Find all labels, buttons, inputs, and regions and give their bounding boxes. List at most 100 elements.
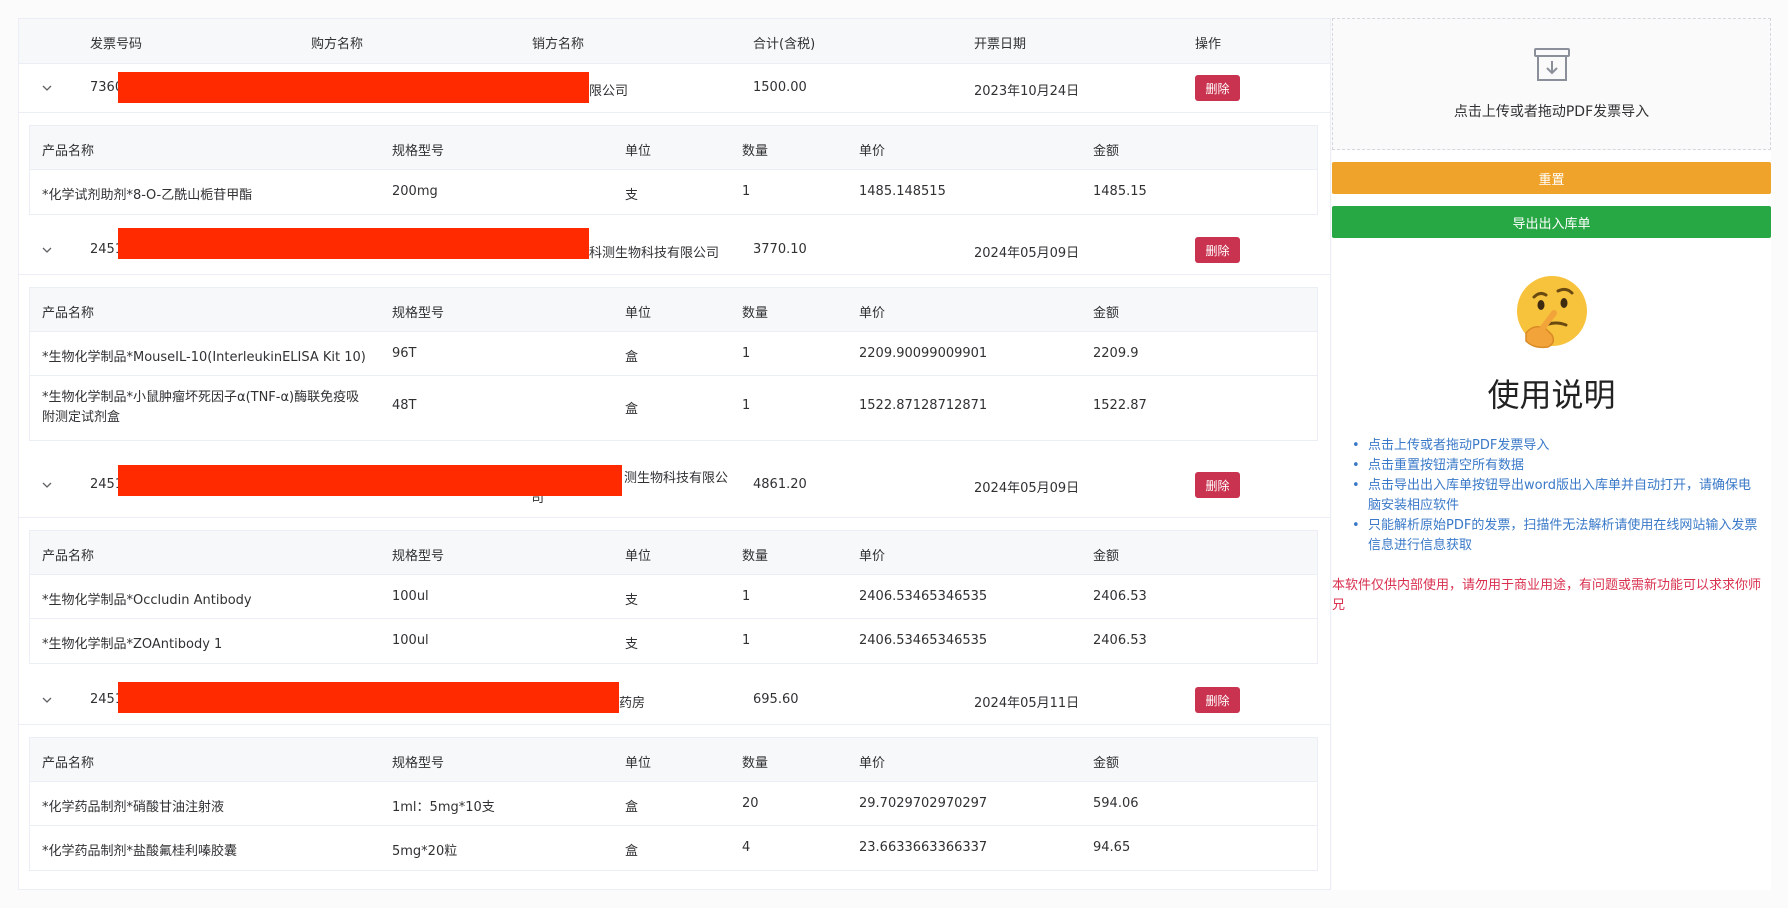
invoice-date: 2023年10月24日 — [974, 84, 1080, 99]
chevron-down-icon[interactable] — [41, 244, 52, 254]
redaction-block — [118, 682, 619, 713]
col-unit: 单位 — [625, 756, 652, 771]
item-spec: 1ml：5mg*10支 — [392, 800, 495, 815]
item-qty: 1 — [742, 346, 751, 361]
item-qty: 1 — [742, 589, 751, 604]
list-item: 点击导出出入库单按钮导出word版出入库单并自动打开，请确保电脑安装相应软件 — [1352, 476, 1762, 516]
item-price: 2406.53465346535 — [859, 633, 988, 648]
item-qty: 1 — [742, 398, 751, 413]
col-name: 产品名称 — [42, 756, 95, 771]
chevron-down-icon[interactable] — [41, 694, 52, 704]
item-table-header: 产品名称 规格型号 单位 数量 单价 金额 — [30, 738, 1317, 782]
invoice-total: 4861.20 — [753, 477, 807, 492]
item-unit: 盒 — [625, 800, 639, 815]
app: 发票号码 购方名称 销方名称 合计(含税) 开票日期 操作 7360 物科技有限… — [0, 0, 1788, 908]
item-spec: 100ul — [392, 589, 429, 604]
item-unit: 盒 — [625, 350, 639, 365]
col-unit: 单位 — [625, 549, 652, 564]
col-unit: 单位 — [625, 306, 652, 321]
export-button[interactable]: 导出出入库单 — [1332, 206, 1771, 238]
col-amount: 金额 — [1093, 549, 1120, 564]
invoice-total: 695.60 — [753, 692, 799, 707]
disclaimer-note: 本软件仅供内部使用，请勿用于商业用途，有问题或需新功能可以求求你师兄 — [1332, 578, 1762, 613]
item-qty: 1 — [742, 184, 751, 199]
col-amount: 金额 — [1093, 756, 1120, 771]
item-unit: 支 — [625, 188, 639, 203]
item-price: 2209.90099009901 — [859, 346, 988, 361]
item-unit: 盒 — [625, 844, 639, 859]
header-date: 开票日期 — [974, 37, 1027, 52]
col-price: 单价 — [859, 549, 886, 564]
list-item: 点击上传或者拖动PDF发票导入 — [1352, 436, 1762, 456]
list-item: 点击重置按钮清空所有数据 — [1352, 456, 1762, 476]
item-price: 1522.87128712871 — [859, 398, 988, 413]
col-qty: 数量 — [742, 144, 769, 159]
chevron-down-icon[interactable] — [41, 479, 52, 489]
item-table-header: 产品名称 规格型号 单位 数量 单价 金额 — [30, 288, 1317, 332]
invoice-table: 发票号码 购方名称 销方名称 合计(含税) 开票日期 操作 7360 物科技有限… — [18, 18, 1331, 890]
instructions-title: 使用说明 — [1487, 376, 1616, 414]
item-name: *生物化学制品*ZOAntibody 1 — [42, 637, 223, 652]
side-panel: 点击上传或者拖动PDF发票导入 重置 导出出入库单 使用说明 点击上传或者拖动P… — [1332, 18, 1771, 890]
download-box-icon — [1532, 45, 1572, 85]
item-unit: 支 — [625, 637, 639, 652]
table-row: *生物化学制品*MouseIL-10(InterleukinELISA Kit … — [30, 332, 1317, 376]
delete-button[interactable]: 删除 — [1195, 237, 1240, 263]
thinking-face-icon — [1512, 273, 1592, 353]
col-price: 单价 — [859, 756, 886, 771]
col-qty: 数量 — [742, 306, 769, 321]
header-total: 合计(含税) — [753, 37, 816, 52]
col-amount: 金额 — [1093, 144, 1120, 159]
table-header: 发票号码 购方名称 销方名称 合计(含税) 开票日期 操作 — [19, 19, 1330, 64]
item-table: 产品名称 规格型号 单位 数量 单价 金额 *生物化学制品*Occludin A… — [29, 530, 1318, 664]
invoice-row[interactable]: 7360 物科技有限公司 1500.00 2023年10月24日 删除 — [19, 64, 1330, 113]
item-price: 29.7029702970297 — [859, 796, 988, 811]
item-table-header: 产品名称 规格型号 单位 数量 单价 金额 — [30, 531, 1317, 575]
item-amount: 2406.53 — [1093, 589, 1147, 604]
table-row: *化学药品制剂*硝酸甘油注射液 1ml：5mg*10支 盒 20 29.7029… — [30, 782, 1317, 826]
chevron-down-icon[interactable] — [41, 82, 52, 92]
delete-button[interactable]: 删除 — [1195, 687, 1240, 713]
table-row: *生物化学制品*小鼠肿瘤坏死因子α(TNF-α)酶联免疫吸附测定试剂盒 48T … — [30, 376, 1317, 440]
upload-dropzone[interactable]: 点击上传或者拖动PDF发票导入 — [1332, 18, 1771, 150]
reset-button[interactable]: 重置 — [1332, 162, 1771, 194]
col-spec: 规格型号 — [392, 144, 445, 159]
invoice-row[interactable]: 2451 测生物科技有限公 司 4861.20 2024年05月09日 删除 — [19, 453, 1330, 518]
col-qty: 数量 — [742, 756, 769, 771]
invoice-row[interactable]: 2451 科测生物科技有限公司 3770.10 2024年05月09日 删除 — [19, 226, 1330, 275]
list-item: 只能解析原始PDF的发票，扫描件无法解析请使用在线网站输入发票信息进行信息获取 — [1352, 516, 1762, 556]
seller-name: 测生物科技有限公 — [624, 471, 729, 486]
col-price: 单价 — [859, 144, 886, 159]
header-action: 操作 — [1195, 37, 1222, 52]
item-qty: 1 — [742, 633, 751, 648]
invoice-date: 2024年05月11日 — [974, 696, 1080, 711]
col-spec: 规格型号 — [392, 549, 445, 564]
item-table: 产品名称 规格型号 单位 数量 单价 金额 *化学药品制剂*硝酸甘油注射液 1m… — [29, 737, 1318, 871]
col-name: 产品名称 — [42, 549, 95, 564]
header-buyer: 购方名称 — [311, 37, 364, 52]
seller-name: 药房 — [619, 696, 646, 711]
table-row: *生物化学制品*ZOAntibody 1 100ul 支 1 2406.5346… — [30, 619, 1317, 663]
col-spec: 规格型号 — [392, 306, 445, 321]
item-amount: 2406.53 — [1093, 633, 1147, 648]
delete-button[interactable]: 删除 — [1195, 75, 1240, 101]
item-amount: 2209.9 — [1093, 346, 1139, 361]
table-row: *化学试剂助剂*8-O-乙酰山栀苷甲酯 200mg 支 1 1485.14851… — [30, 170, 1317, 214]
seller-name: 科测生物科技有限公司 — [589, 246, 720, 261]
item-name: *生物化学制品*MouseIL-10(InterleukinELISA Kit … — [42, 350, 366, 365]
table-row: *生物化学制品*Occludin Antibody 100ul 支 1 2406… — [30, 575, 1317, 619]
item-table: 产品名称 规格型号 单位 数量 单价 金额 *化学试剂助剂*8-O-乙酰山栀苷甲… — [29, 125, 1318, 215]
item-spec: 48T — [392, 398, 417, 413]
item-qty: 20 — [742, 796, 759, 811]
item-name: *化学试剂助剂*8-O-乙酰山栀苷甲酯 — [42, 188, 253, 203]
delete-button[interactable]: 删除 — [1195, 472, 1240, 498]
redaction-block — [118, 228, 589, 259]
item-price: 23.6633663366337 — [859, 840, 988, 855]
item-spec: 100ul — [392, 633, 429, 648]
redaction-block — [118, 72, 589, 103]
invoice-row[interactable]: 2451 药房 695.60 2024年05月11日 删除 — [19, 676, 1330, 725]
item-amount: 1522.87 — [1093, 398, 1147, 413]
col-amount: 金额 — [1093, 306, 1120, 321]
item-spec: 200mg — [392, 184, 438, 199]
item-table-header: 产品名称 规格型号 单位 数量 单价 金额 — [30, 126, 1317, 170]
